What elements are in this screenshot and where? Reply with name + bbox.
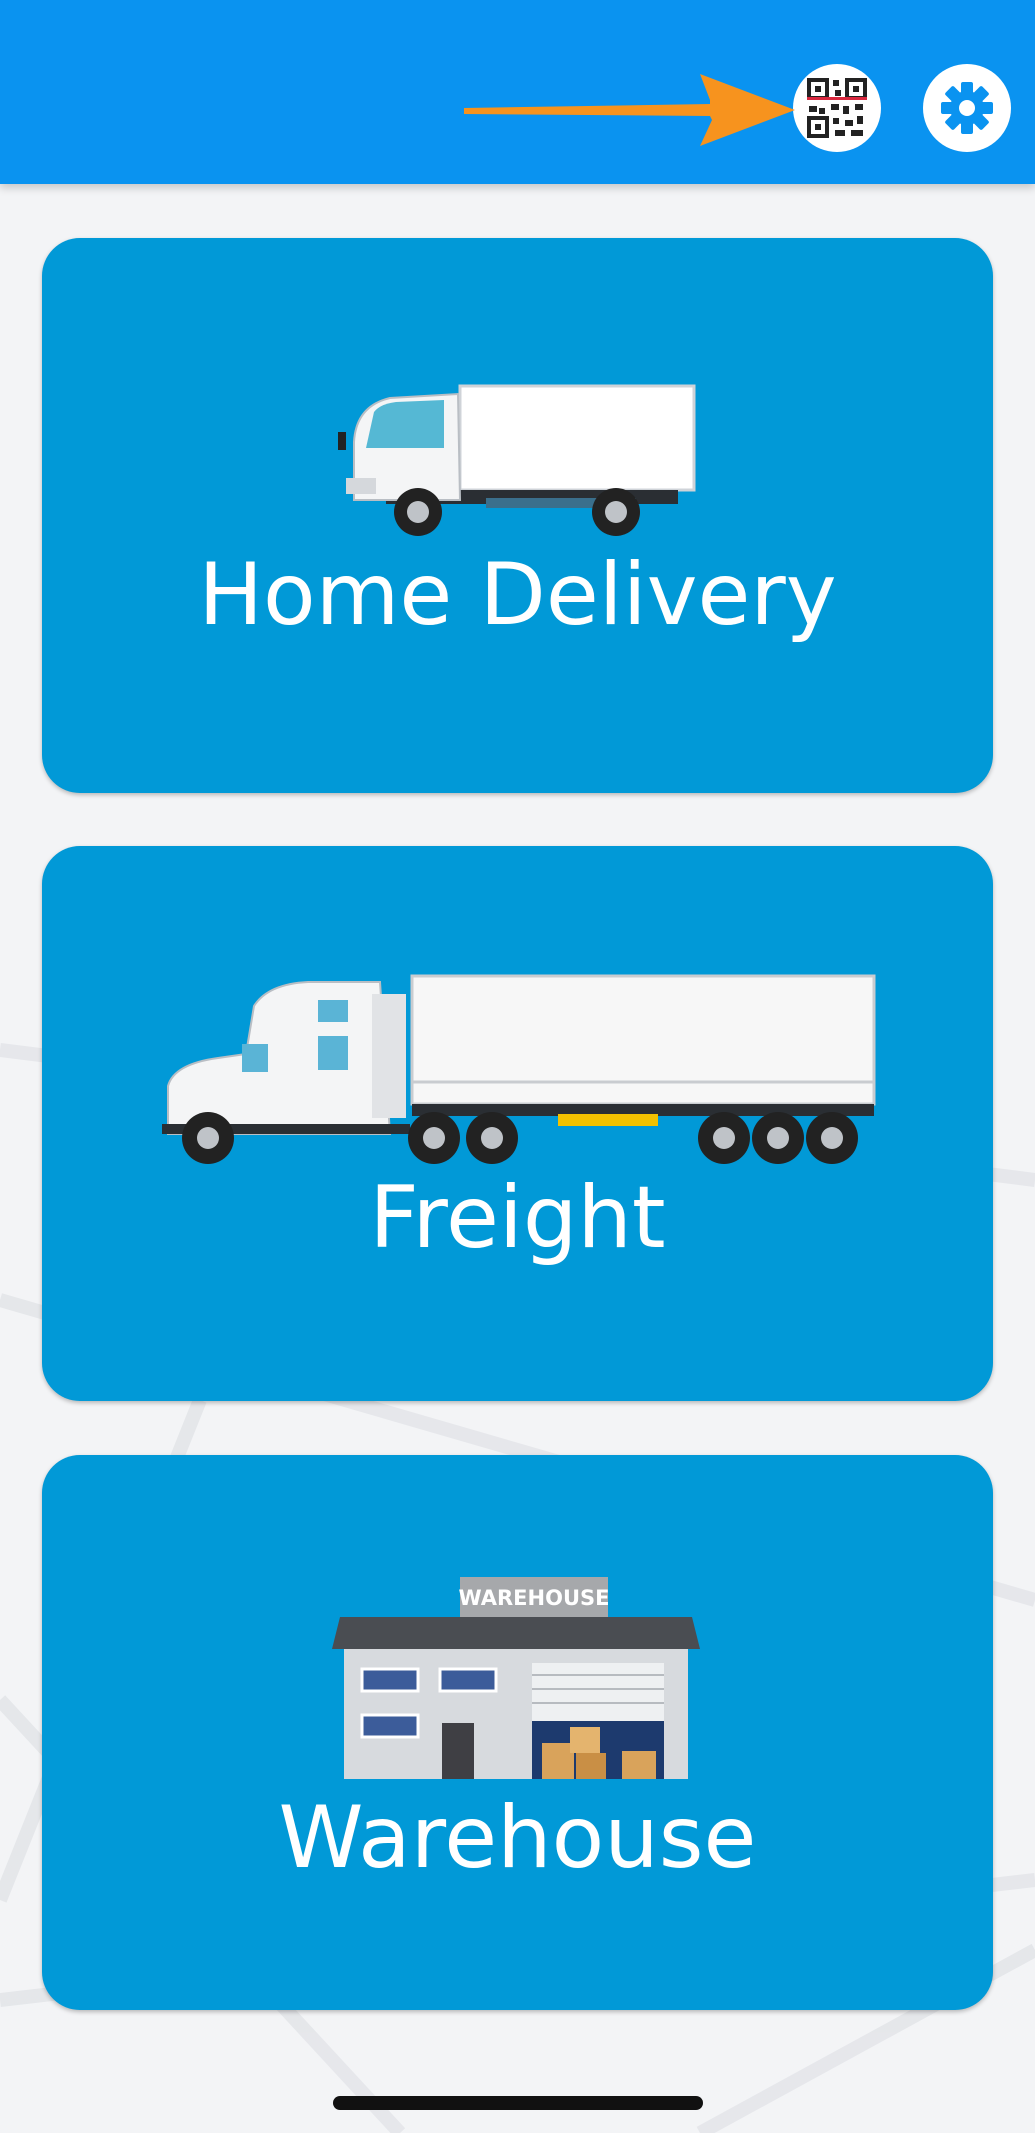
gear-icon (941, 82, 993, 134)
delivery-truck-icon (338, 384, 696, 536)
home-delivery-label: Home Delivery (198, 545, 837, 645)
freight-label: Freight (369, 1168, 666, 1268)
warehouse-label: Warehouse (278, 1788, 757, 1888)
settings-button[interactable] (923, 64, 1011, 152)
qr-code-icon (807, 78, 867, 138)
warehouse-card[interactable]: WAREHOUSE Warehouse (42, 1455, 993, 2010)
arrow-right-icon (464, 74, 795, 146)
warehouse-icon: WAREHOUSE (332, 1577, 700, 1779)
home-delivery-card[interactable]: Home Delivery (42, 238, 993, 793)
semi-truck-icon (162, 974, 876, 1164)
freight-card[interactable]: Freight (42, 846, 993, 1401)
warehouse-sign-text: WAREHOUSE (459, 1586, 610, 1610)
home-indicator[interactable] (333, 2096, 703, 2110)
qr-scan-button[interactable] (793, 64, 881, 152)
